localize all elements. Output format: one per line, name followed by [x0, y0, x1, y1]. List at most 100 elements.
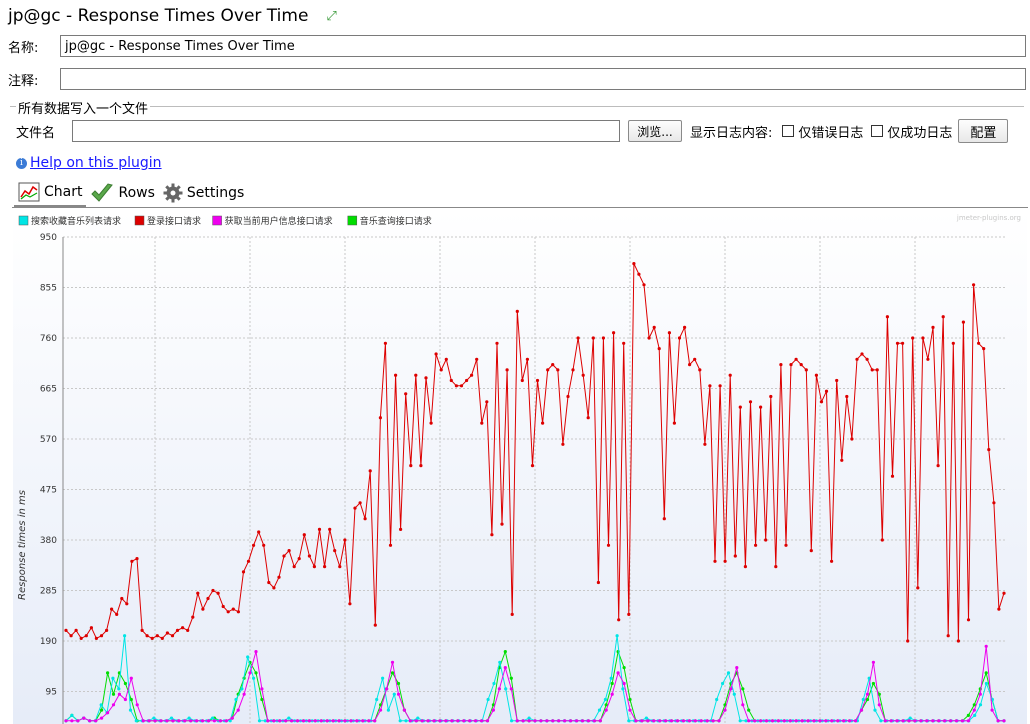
data-point — [721, 681, 725, 686]
data-point — [242, 692, 246, 696]
data-point — [402, 708, 406, 712]
data-point — [728, 373, 732, 377]
data-point — [105, 628, 109, 632]
data-point — [368, 469, 372, 473]
data-point — [69, 634, 73, 638]
y-axis-label: Response times in ms — [17, 490, 28, 600]
data-point — [153, 719, 157, 723]
data-point — [426, 719, 430, 723]
help-link[interactable]: Help on this plugin — [30, 155, 162, 171]
data-point — [383, 341, 387, 345]
data-point — [76, 719, 80, 723]
browse-button[interactable]: 浏览... — [628, 120, 682, 142]
errors-only-checkbox[interactable]: 仅错误日志 — [782, 122, 863, 141]
data-point — [782, 719, 786, 723]
filename-field[interactable] — [72, 120, 620, 142]
data-point — [628, 697, 632, 702]
expand-icon[interactable]: ⤢ — [326, 10, 336, 23]
data-point — [539, 719, 543, 723]
config-button[interactable]: 配置 — [958, 119, 1009, 143]
data-point — [331, 719, 335, 723]
data-point — [307, 719, 311, 723]
data-point — [474, 719, 478, 723]
data-point — [845, 394, 849, 399]
data-point — [527, 719, 531, 723]
data-point — [367, 719, 371, 723]
data-point — [992, 501, 996, 505]
y-tick-label: 475 — [40, 486, 57, 496]
errors-only-box[interactable] — [782, 125, 795, 137]
data-point — [804, 368, 808, 372]
data-point — [134, 719, 138, 723]
data-point — [926, 357, 930, 361]
data-point — [252, 543, 256, 547]
data-point — [409, 464, 413, 468]
data-point — [748, 400, 753, 404]
data-point — [850, 437, 854, 441]
data-point — [662, 517, 666, 521]
data-point — [468, 719, 472, 723]
data-point — [195, 719, 199, 723]
data-point — [404, 392, 408, 396]
name-field[interactable]: jp@gc - Response Times Over Time — [60, 35, 1026, 57]
data-point — [510, 612, 514, 616]
data-point — [160, 636, 164, 640]
data-point — [717, 719, 721, 723]
file-row: 文件名 浏览... 显示日志内容: 仅错误日志 仅成功日志 配置 — [8, 119, 1009, 143]
data-point — [375, 697, 379, 702]
data-point — [646, 719, 650, 723]
data-point — [859, 708, 864, 712]
data-point — [901, 719, 905, 723]
data-point — [128, 708, 133, 712]
data-point — [978, 703, 983, 707]
comment-label: 注释: — [8, 73, 39, 89]
data-point — [806, 719, 810, 723]
data-point — [110, 607, 114, 611]
data-point — [769, 394, 773, 399]
data-point — [711, 719, 715, 723]
log-content-label: 显示日志内容: — [690, 125, 773, 141]
data-point — [449, 378, 453, 383]
data-point — [424, 376, 428, 380]
data-point — [236, 610, 240, 614]
data-point — [566, 394, 570, 399]
success-only-checkbox[interactable]: 仅成功日志 — [871, 122, 952, 141]
data-point — [236, 708, 240, 712]
data-point — [901, 341, 905, 345]
data-point — [297, 557, 301, 561]
data-point — [622, 681, 626, 686]
data-point — [877, 703, 881, 707]
data-point — [919, 719, 923, 723]
data-point — [155, 634, 159, 638]
data-point — [181, 626, 185, 630]
data-point — [438, 719, 442, 723]
data-point — [515, 719, 519, 723]
data-point — [120, 596, 124, 601]
data-point — [432, 719, 436, 723]
data-point — [581, 373, 585, 377]
data-point — [830, 719, 834, 723]
legend-swatch — [18, 215, 29, 226]
data-point — [248, 671, 252, 675]
data-point — [399, 527, 403, 531]
data-point — [794, 719, 798, 723]
data-point — [743, 565, 748, 569]
data-point — [361, 719, 365, 723]
comment-field[interactable] — [60, 68, 1026, 90]
data-point — [373, 623, 377, 627]
data-point — [349, 719, 353, 723]
success-only-box[interactable] — [871, 125, 884, 137]
file-label: 文件名 — [16, 125, 56, 141]
success-only-label: 仅成功日志 — [887, 125, 953, 141]
tab-settings[interactable]: Settings — [159, 180, 248, 206]
data-point — [943, 719, 947, 723]
tab-rows[interactable]: Rows — [86, 180, 158, 206]
data-point — [390, 671, 395, 675]
comment-row: 注释: — [8, 68, 1026, 90]
data-point — [503, 666, 507, 670]
data-point — [987, 448, 991, 452]
data-point — [916, 586, 920, 590]
legend-swatch — [134, 215, 145, 226]
data-point — [984, 644, 988, 648]
tab-chart[interactable]: Chart — [14, 179, 87, 207]
